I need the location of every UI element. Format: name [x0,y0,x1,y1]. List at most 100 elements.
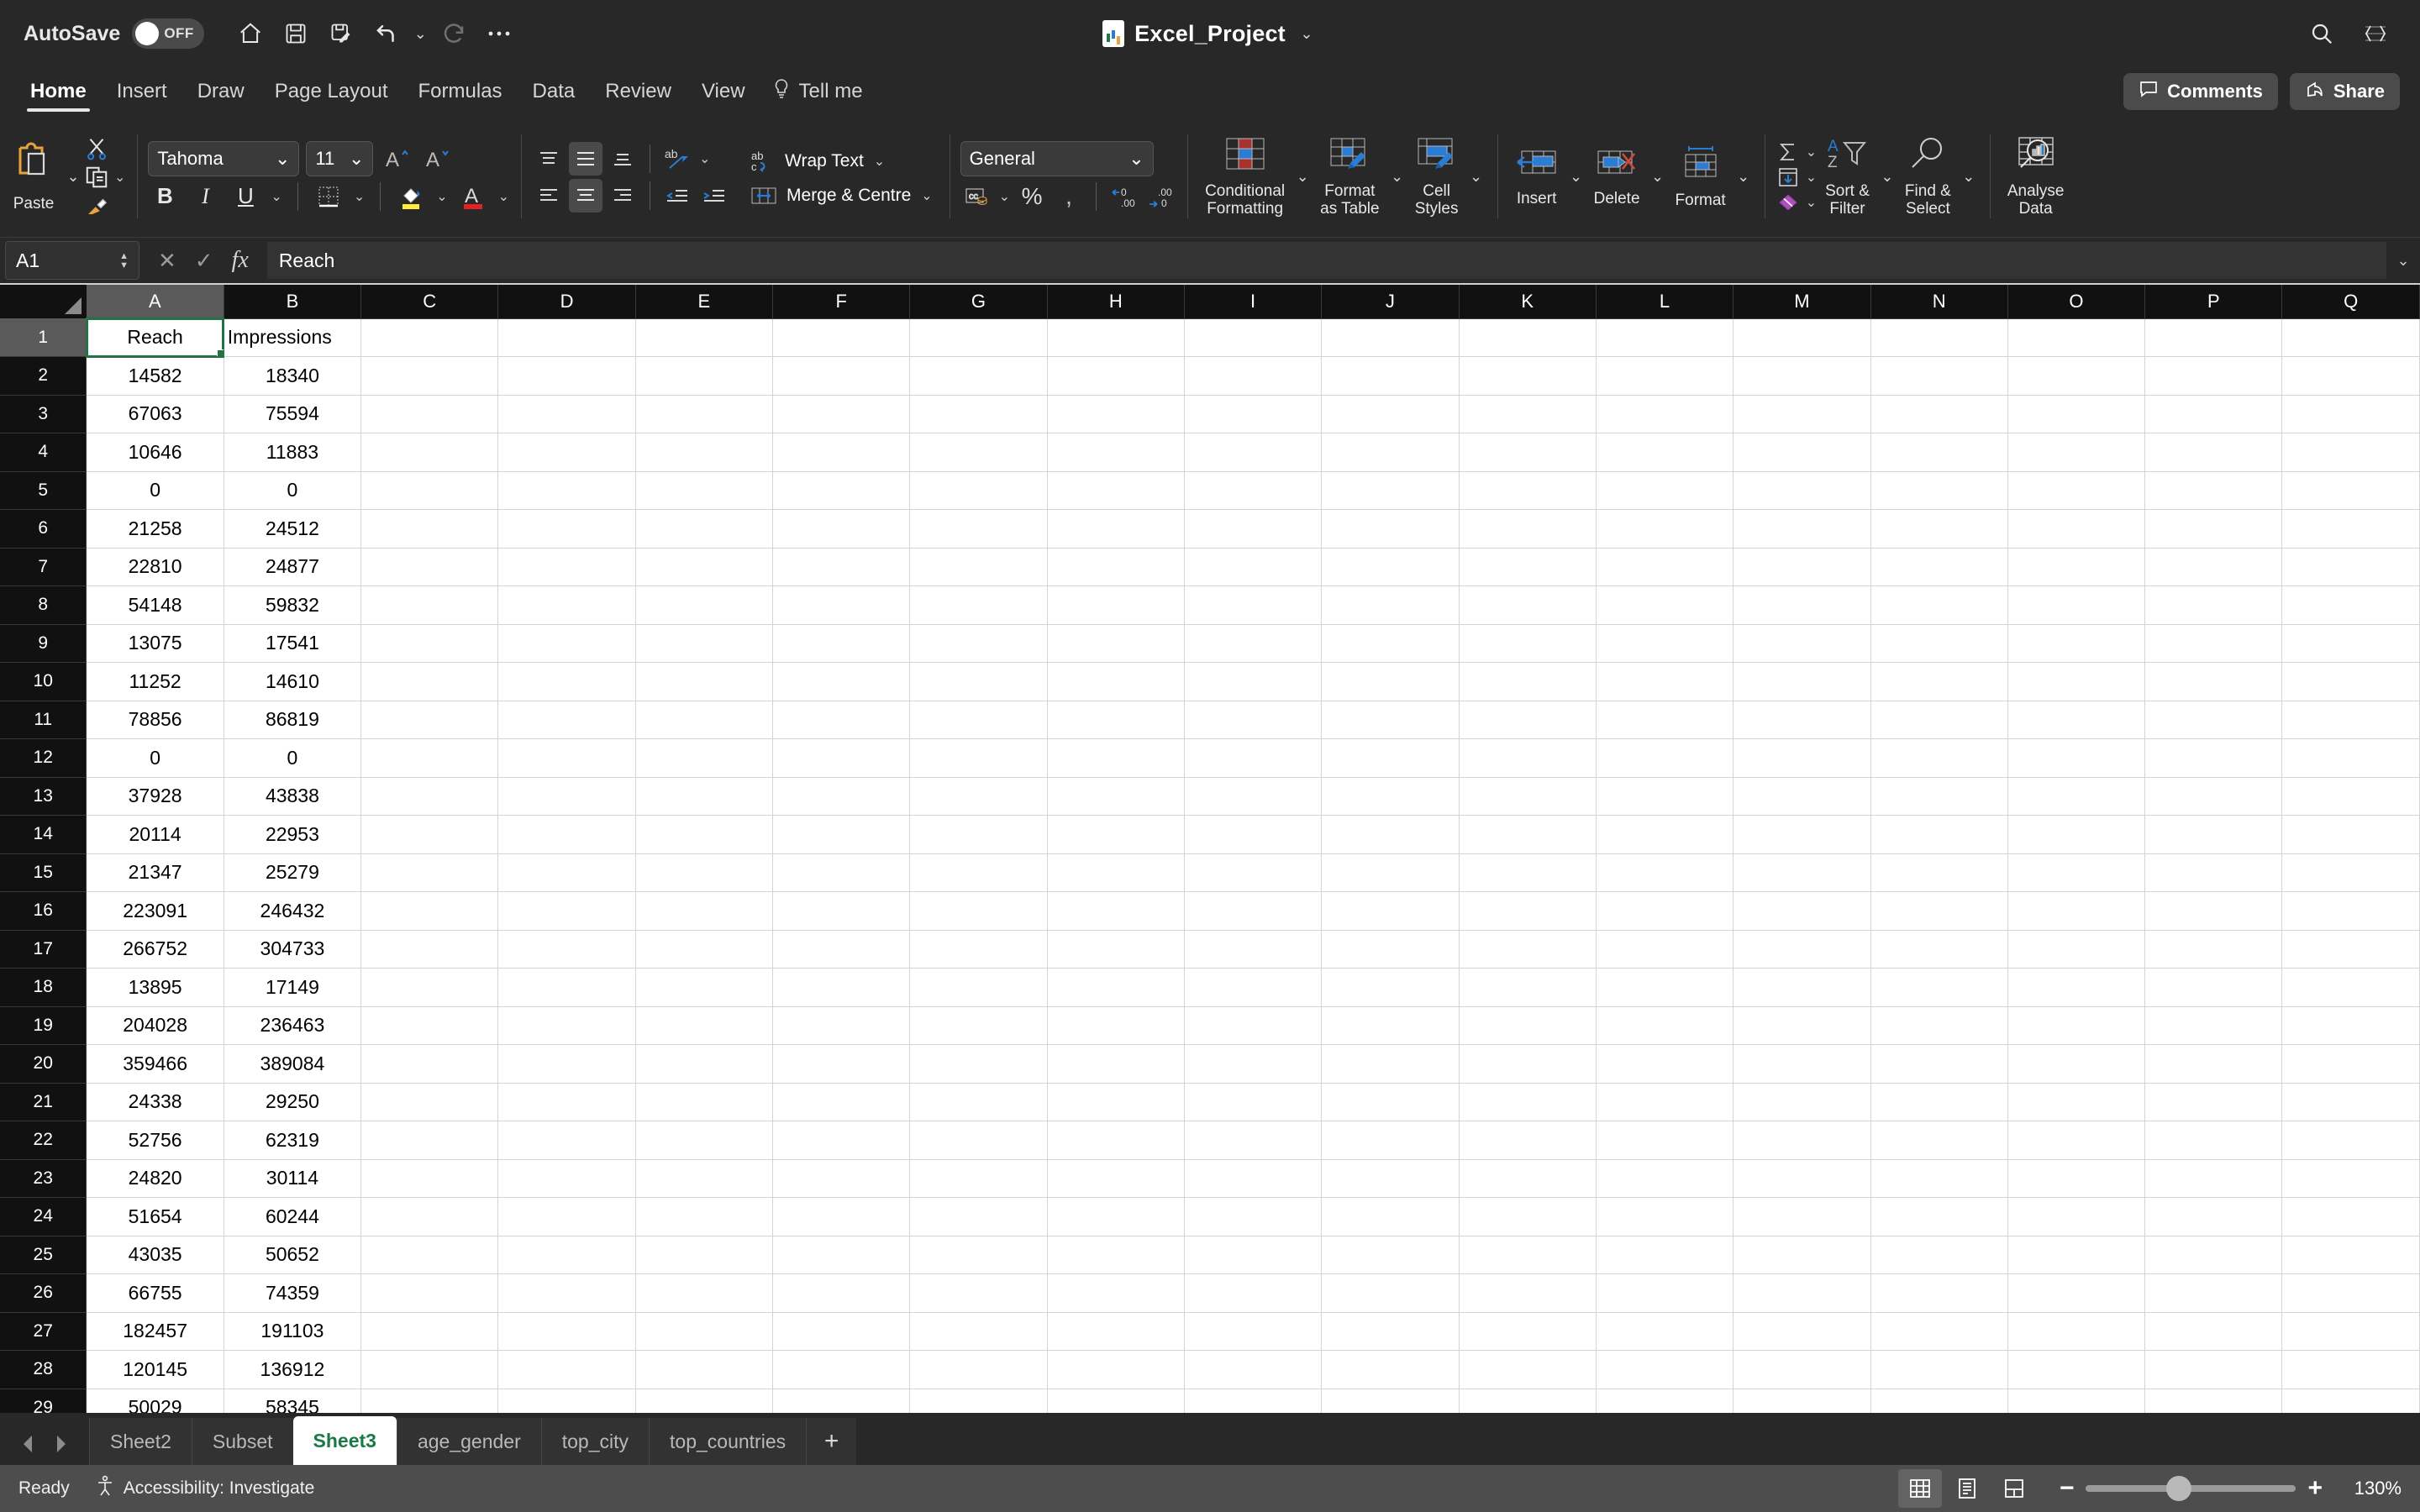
cell-K2[interactable] [1459,356,1597,396]
cell-N21[interactable] [1870,1083,2008,1121]
cell-H29[interactable] [1047,1389,1185,1413]
cell-C11[interactable] [360,701,499,739]
cell-M18[interactable] [1733,968,1871,1007]
cell-M9[interactable] [1733,624,1871,663]
insert-function-icon[interactable]: fx [232,247,249,274]
cell-E22[interactable] [635,1121,774,1160]
sheet-tab-top_city[interactable]: top_city [540,1418,650,1465]
cell-L4[interactable] [1596,433,1734,472]
cell-C21[interactable] [360,1083,499,1121]
row-header-5[interactable]: 5 [0,471,87,510]
column-header-G[interactable]: G [909,285,1048,319]
cell-A1[interactable]: Reach [85,318,225,358]
cell-M24[interactable] [1733,1197,1871,1236]
align-left-button[interactable] [532,179,566,213]
underline-button[interactable]: U [229,180,262,213]
cell-Q25[interactable] [2281,1236,2420,1274]
cell-L15[interactable] [1596,853,1734,892]
cell-G3[interactable] [909,395,1048,433]
clear-button[interactable]: ⌄ [1776,191,1818,214]
cell-C13[interactable] [360,777,499,816]
cell-N13[interactable] [1870,777,2008,816]
cell-L1[interactable] [1596,318,1734,357]
cell-L29[interactable] [1596,1389,1734,1413]
cell-P11[interactable] [2144,701,2283,739]
cell-G4[interactable] [909,433,1048,472]
cell-K9[interactable] [1459,624,1597,663]
cell-Q8[interactable] [2281,585,2420,625]
cell-E15[interactable] [635,853,774,892]
cell-K6[interactable] [1459,509,1597,549]
cell-D27[interactable] [497,1312,636,1351]
tab-review[interactable]: Review [590,70,687,113]
cell-I2[interactable] [1184,356,1323,396]
cell-M22[interactable] [1733,1121,1871,1160]
cell-A10[interactable]: 11252 [86,662,224,701]
row-header-7[interactable]: 7 [0,548,87,586]
cell-A24[interactable]: 51654 [86,1197,224,1236]
cell-F24[interactable] [772,1197,911,1236]
fill-button[interactable]: ⌄ [1776,165,1818,189]
cell-P17[interactable] [2144,930,2283,969]
ribbon-display-options-icon[interactable] [2353,11,2398,56]
cell-K27[interactable] [1459,1312,1597,1351]
cell-G10[interactable] [909,662,1048,701]
accounting-format-button[interactable]: cc [960,180,994,213]
cell-E28[interactable] [635,1350,774,1389]
cell-B23[interactable]: 30114 [224,1159,362,1198]
cell-G26[interactable] [909,1273,1048,1313]
orientation-button[interactable]: ab [660,142,694,176]
cell-I20[interactable] [1184,1044,1323,1084]
cell-B3[interactable]: 75594 [224,395,362,433]
cell-L20[interactable] [1596,1044,1734,1084]
cell-N25[interactable] [1870,1236,2008,1274]
cell-K19[interactable] [1459,1006,1597,1045]
save-as-icon[interactable] [318,11,364,56]
cell-Q28[interactable] [2281,1350,2420,1389]
row-header-4[interactable]: 4 [0,433,87,472]
font-color-button[interactable]: A [456,180,490,213]
underline-chevron-down-icon[interactable]: ⌄ [269,188,283,205]
cell-P27[interactable] [2144,1312,2283,1351]
undo-icon[interactable] [364,11,409,56]
cell-O3[interactable] [2007,395,2146,433]
cell-L14[interactable] [1596,815,1734,854]
cell-F12[interactable] [772,738,911,778]
cell-M2[interactable] [1733,356,1871,396]
cell-I7[interactable] [1184,548,1323,586]
fill-chevron-down-icon[interactable]: ⌄ [1804,169,1818,186]
cell-F19[interactable] [772,1006,911,1045]
cell-J4[interactable] [1321,433,1460,472]
cell-M16[interactable] [1733,891,1871,931]
cell-B11[interactable]: 86819 [224,701,362,739]
cell-D26[interactable] [497,1273,636,1313]
cell-D12[interactable] [497,738,636,778]
row-header-14[interactable]: 14 [0,815,87,854]
cell-E11[interactable] [635,701,774,739]
cell-N24[interactable] [1870,1197,2008,1236]
cell-F25[interactable] [772,1236,911,1274]
cell-H12[interactable] [1047,738,1185,778]
cell-H22[interactable] [1047,1121,1185,1160]
column-header-O[interactable]: O [2007,285,2146,319]
cell-L27[interactable] [1596,1312,1734,1351]
name-box-spinner[interactable]: ▲ ▼ [119,251,129,270]
wrap-text-chevron-down-icon[interactable]: ⌄ [872,153,886,170]
cell-P24[interactable] [2144,1197,2283,1236]
cell-J16[interactable] [1321,891,1460,931]
previous-sheet-icon[interactable] [18,1433,37,1455]
cell-H24[interactable] [1047,1197,1185,1236]
cell-E14[interactable] [635,815,774,854]
cell-F1[interactable] [772,318,911,357]
cell-C7[interactable] [360,548,499,586]
cell-C10[interactable] [360,662,499,701]
cell-B22[interactable]: 62319 [224,1121,362,1160]
cell-H1[interactable] [1047,318,1185,357]
orientation-chevron-down-icon[interactable]: ⌄ [697,150,712,167]
decrease-indent-button[interactable] [660,179,694,213]
cell-A11[interactable]: 78856 [86,701,224,739]
cell-B9[interactable]: 17541 [224,624,362,663]
cell-D16[interactable] [497,891,636,931]
cell-Q29[interactable] [2281,1389,2420,1413]
cell-L5[interactable] [1596,471,1734,510]
